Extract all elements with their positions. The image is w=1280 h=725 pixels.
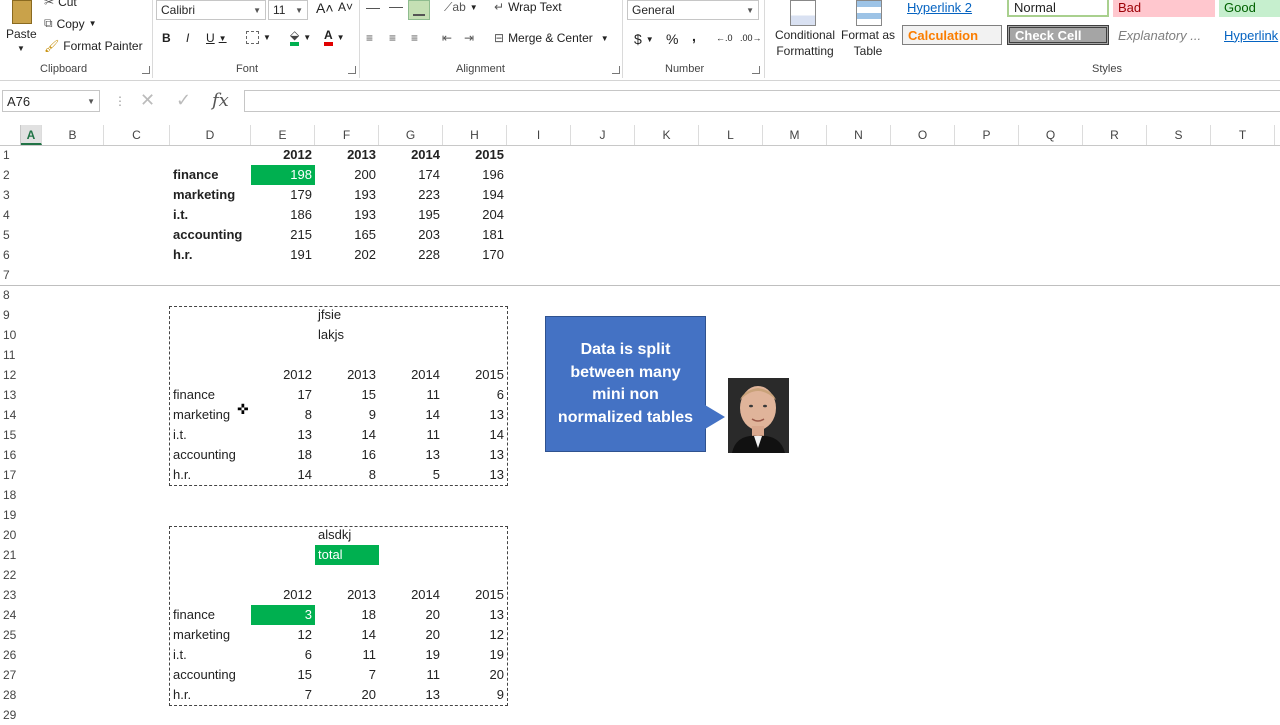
table2-outline	[169, 306, 508, 486]
table1-value-cell[interactable]: 196	[443, 165, 507, 185]
table3-outline	[169, 526, 508, 706]
table1-year-header[interactable]: 2012	[251, 145, 315, 165]
table1-year-header[interactable]: 2014	[379, 145, 443, 165]
table1-value-cell[interactable]: 195	[379, 205, 443, 225]
page-break-line	[0, 285, 1280, 286]
table1-value-cell[interactable]: 179	[251, 185, 315, 205]
table1-value-cell[interactable]: 228	[379, 245, 443, 265]
callout-text: Data is split between many mini non norm…	[557, 341, 694, 426]
table1-row-label[interactable]: i.t.	[170, 205, 251, 225]
presenter-photo-image	[728, 378, 789, 453]
table1-value-cell[interactable]: 181	[443, 225, 507, 245]
table1-value-cell[interactable]: 193	[315, 205, 379, 225]
table1-value-cell[interactable]: 223	[379, 185, 443, 205]
table1-row-label[interactable]: finance	[170, 165, 251, 185]
table1-year-header[interactable]: 2013	[315, 145, 379, 165]
table1-value-cell[interactable]: 203	[379, 225, 443, 245]
table1-value-cell[interactable]: 200	[315, 165, 379, 185]
table1-value-cell[interactable]: 191	[251, 245, 315, 265]
table1-value-cell[interactable]: 186	[251, 205, 315, 225]
table1-row-label[interactable]: h.r.	[170, 245, 251, 265]
table1-value-cell[interactable]: 174	[379, 165, 443, 185]
callout-pointer	[705, 405, 725, 429]
table1-year-header[interactable]: 2015	[443, 145, 507, 165]
table1-value-cell[interactable]: 204	[443, 205, 507, 225]
table1-value-cell[interactable]: 194	[443, 185, 507, 205]
table1-value-cell[interactable]: 215	[251, 225, 315, 245]
table1-row-label[interactable]: marketing	[170, 185, 251, 205]
callout-shape[interactable]: Data is split between many mini non norm…	[545, 316, 706, 452]
table1-value-cell[interactable]: 198	[251, 165, 315, 185]
table1-value-cell[interactable]: 193	[315, 185, 379, 205]
cell-select-cursor-icon: ✜	[237, 401, 249, 417]
table1-row-label[interactable]: accounting	[170, 225, 251, 245]
table1-value-cell[interactable]: 202	[315, 245, 379, 265]
table1-value-cell[interactable]: 165	[315, 225, 379, 245]
presenter-photo[interactable]	[728, 378, 789, 453]
table1-value-cell[interactable]: 170	[443, 245, 507, 265]
